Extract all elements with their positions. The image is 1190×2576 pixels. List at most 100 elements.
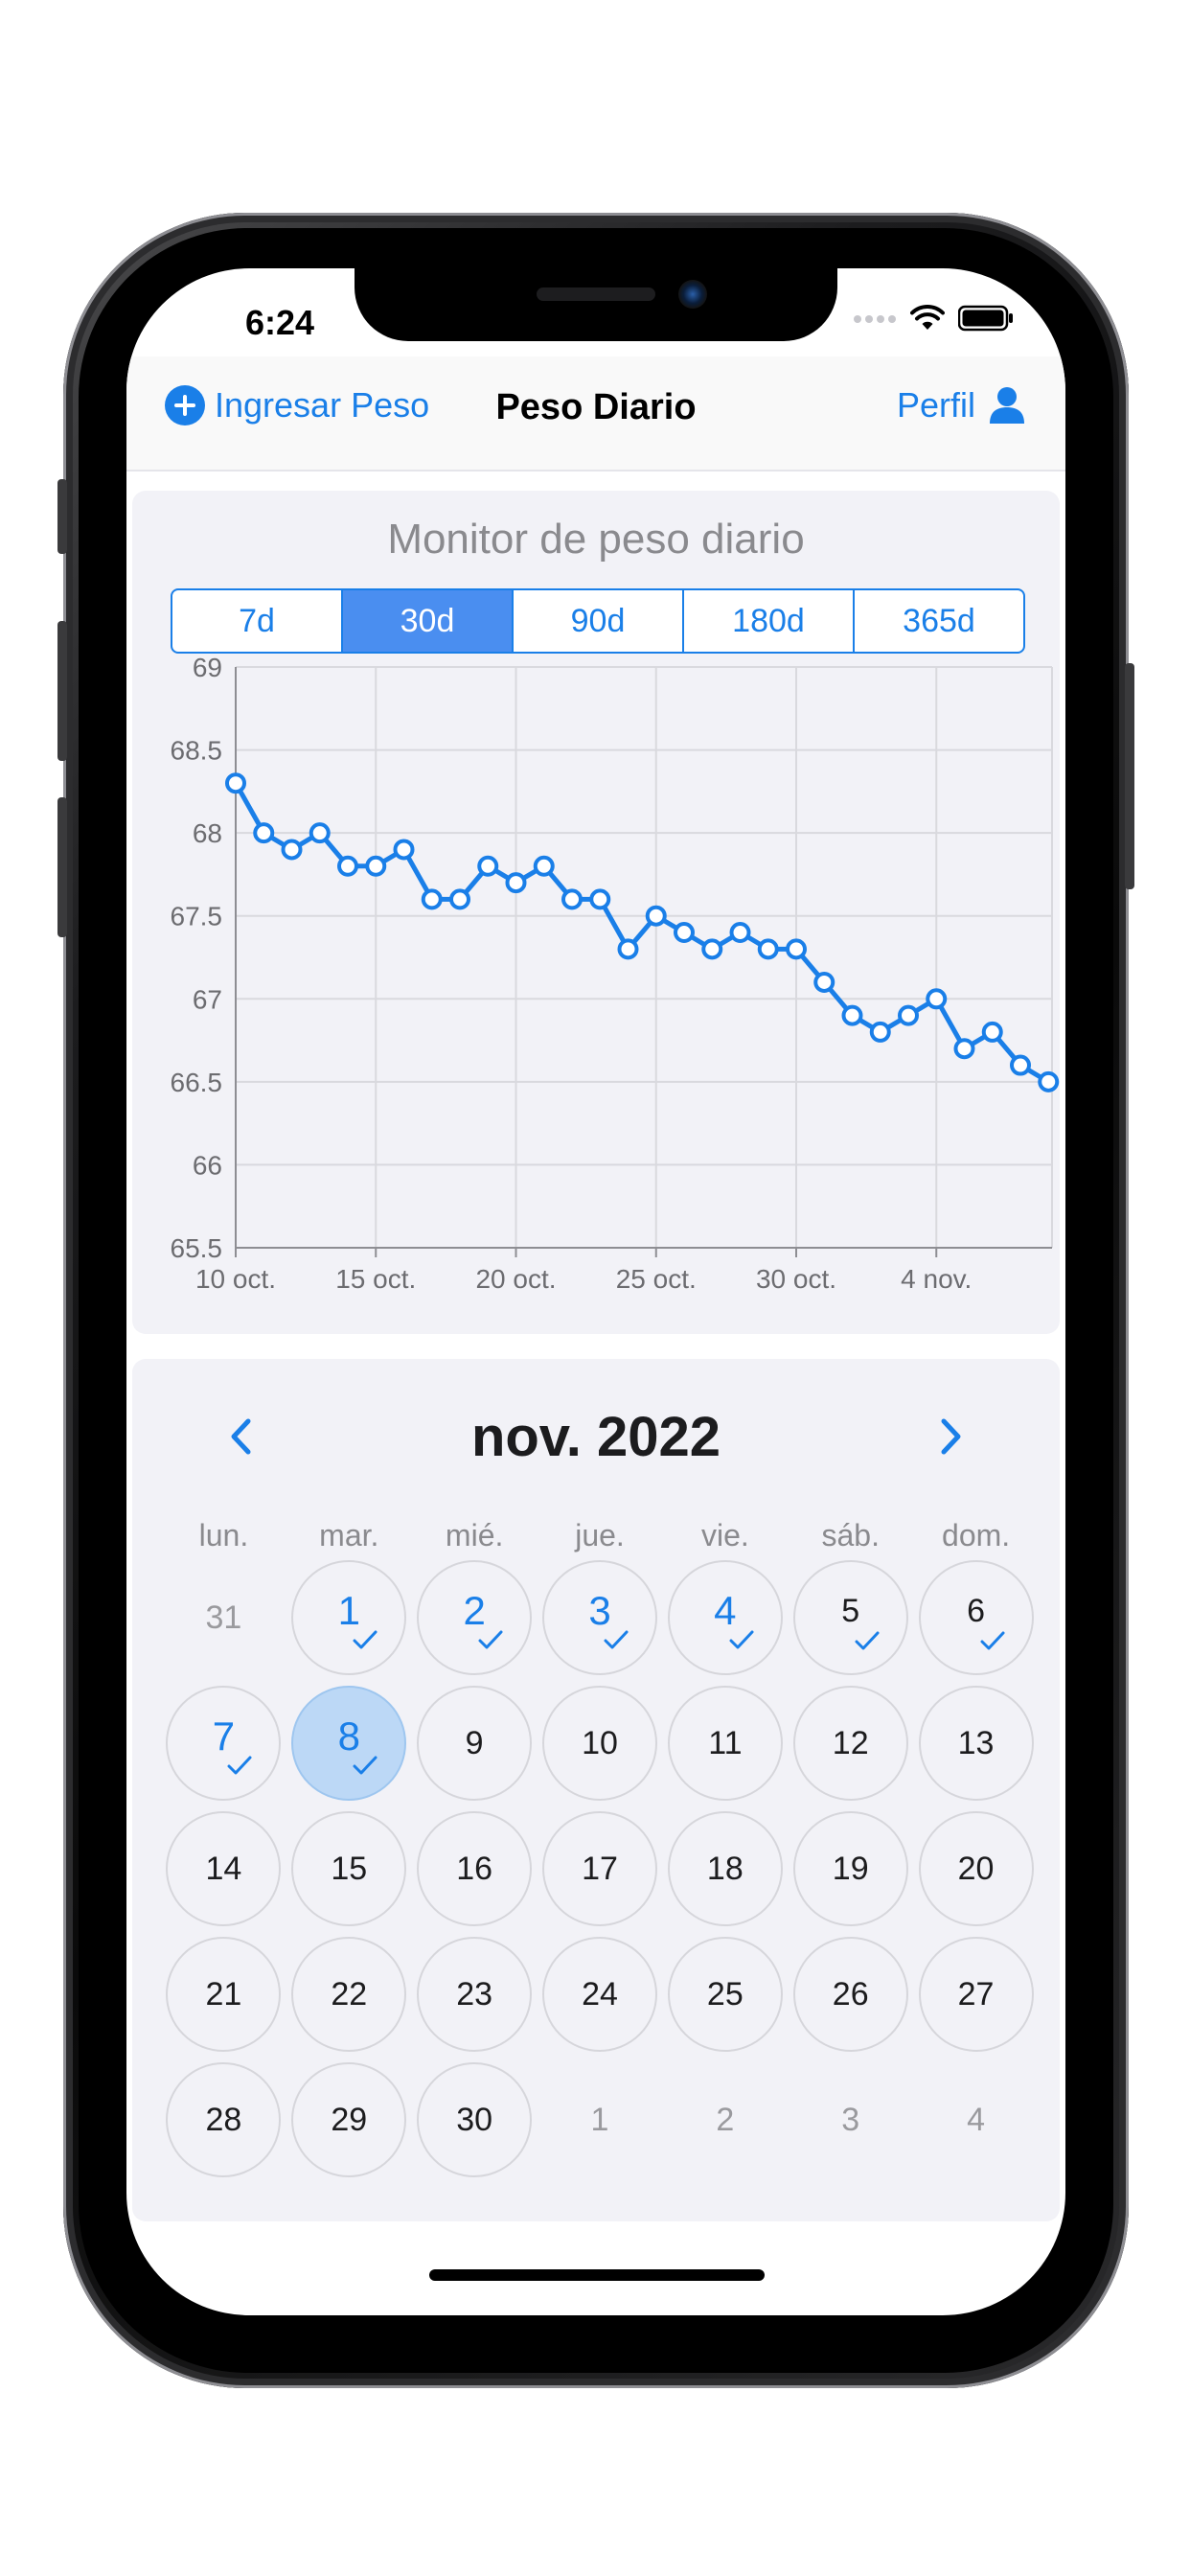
day-number: 29 <box>331 2101 368 2138</box>
checkmark-icon-wrapper <box>353 1739 378 1785</box>
calendar-day[interactable]: 21 <box>166 1937 282 2052</box>
calendar-day[interactable]: 23 <box>417 1937 533 2052</box>
calendar-day[interactable]: 18 <box>667 1811 783 1926</box>
calendar-day[interactable]: 3 <box>542 1560 657 1675</box>
checkmark-icon <box>604 1630 629 1649</box>
weight-data-point[interactable] <box>786 938 807 960</box>
calendar-day[interactable]: 22 <box>291 1937 407 2052</box>
calendar-day[interactable]: 30 <box>417 2062 533 2177</box>
profile-button[interactable]: Perfil <box>897 385 1025 426</box>
calendar-day[interactable]: 9 <box>417 1686 533 1801</box>
checkmark-icon-wrapper <box>478 1614 503 1660</box>
weight-data-point[interactable] <box>393 839 415 861</box>
plus-circle-icon <box>165 385 205 426</box>
weight-data-point[interactable] <box>589 888 611 910</box>
calendar-day[interactable]: 8 <box>291 1686 407 1801</box>
calendar-day[interactable]: 4 <box>667 1560 783 1675</box>
calendar-day[interactable]: 7 <box>166 1686 282 1801</box>
weight-data-point[interactable] <box>281 839 303 861</box>
day-number: 20 <box>957 1850 995 1887</box>
weight-data-point[interactable] <box>1038 1070 1060 1092</box>
calendar-day-outside-month[interactable]: 2 <box>668 2062 783 2177</box>
phone-screen: 6:24 Ingresar Peso Peso Diario Perfil Mo… <box>126 268 1065 2315</box>
weight-data-point[interactable] <box>449 888 470 910</box>
x-tick-label: 20 oct. <box>475 1264 556 1294</box>
weight-data-point[interactable] <box>981 1021 1003 1043</box>
calendar-day[interactable]: 1 <box>291 1560 407 1675</box>
day-number: 27 <box>957 1975 995 2012</box>
calendar-day[interactable]: 11 <box>667 1686 783 1801</box>
y-tick-label: 67.5 <box>171 902 223 932</box>
calendar-day[interactable]: 26 <box>792 1937 908 2052</box>
calendar-day[interactable]: 29 <box>291 2062 407 2177</box>
next-month-button[interactable] <box>927 1413 975 1460</box>
day-number: 13 <box>957 1724 995 1761</box>
navigation-bar: Ingresar Peso Peso Diario Perfil <box>126 356 1065 472</box>
weight-data-point[interactable] <box>813 971 835 993</box>
weekday-label: mar. <box>319 1518 379 1552</box>
home-indicator[interactable] <box>429 2269 765 2281</box>
day-number: 19 <box>832 1850 869 1887</box>
weight-data-point[interactable] <box>253 822 275 844</box>
y-tick-label: 67 <box>193 984 222 1014</box>
calendar-day[interactable]: 13 <box>918 1686 1034 1801</box>
person-icon <box>990 387 1024 424</box>
weight-data-point[interactable] <box>701 938 723 960</box>
weight-data-point[interactable] <box>617 938 639 960</box>
weight-data-point[interactable] <box>757 938 779 960</box>
calendar-day-outside-month[interactable]: 1 <box>542 2062 657 2177</box>
calendar-day[interactable]: 14 <box>166 1811 282 1926</box>
calendar-day[interactable]: 5 <box>792 1560 908 1675</box>
status-time: 6:24 <box>244 303 315 342</box>
day-number: 30 <box>456 2101 493 2138</box>
weight-data-point[interactable] <box>674 922 695 944</box>
calendar-day[interactable]: 10 <box>542 1686 657 1801</box>
calendar-day[interactable]: 12 <box>792 1686 908 1801</box>
calendar-day[interactable]: 6 <box>918 1560 1034 1675</box>
weight-data-point[interactable] <box>337 855 358 877</box>
checkmark-icon-wrapper <box>227 1739 252 1785</box>
weight-data-point[interactable] <box>561 888 583 910</box>
calendar-day-outside-month[interactable]: 4 <box>919 2062 1034 2177</box>
weight-data-point[interactable] <box>225 772 246 794</box>
weight-data-point[interactable] <box>421 888 443 910</box>
calendar-day[interactable]: 28 <box>166 2062 282 2177</box>
calendar-day[interactable]: 2 <box>417 1560 533 1675</box>
weight-data-point[interactable] <box>898 1004 919 1026</box>
x-tick-label: 15 oct. <box>335 1264 416 1294</box>
weight-data-point[interactable] <box>533 855 555 877</box>
calendar-day[interactable]: 19 <box>792 1811 908 1926</box>
weight-data-point[interactable] <box>477 855 499 877</box>
speaker <box>537 288 655 301</box>
checkmark-icon-wrapper <box>604 1614 629 1660</box>
calendar-day[interactable]: 25 <box>667 1937 783 2052</box>
weight-data-point[interactable] <box>841 1004 863 1026</box>
weight-data-point[interactable] <box>365 855 387 877</box>
weight-data-point[interactable] <box>645 905 667 927</box>
calendar-day-outside-month[interactable]: 31 <box>166 1560 281 1675</box>
calendar-day[interactable]: 17 <box>542 1811 657 1926</box>
calendar-day-outside-month[interactable]: 3 <box>793 2062 908 2177</box>
calendar-day[interactable]: 16 <box>417 1811 533 1926</box>
day-number: 28 <box>205 2101 242 2138</box>
weight-data-point[interactable] <box>309 822 331 844</box>
day-number: 1 <box>590 2101 609 2138</box>
weight-data-point[interactable] <box>869 1021 891 1043</box>
weekday-label: sáb. <box>821 1518 880 1552</box>
calendar-day[interactable]: 27 <box>918 1937 1034 2052</box>
volume-up-button <box>57 621 67 761</box>
weight-data-point[interactable] <box>505 872 527 894</box>
weight-data-point[interactable] <box>729 922 751 944</box>
weight-data-point[interactable] <box>953 1038 975 1060</box>
calendar-day[interactable]: 24 <box>542 1937 657 2052</box>
weight-data-point[interactable] <box>1010 1054 1031 1076</box>
checkmark-icon <box>729 1630 754 1649</box>
weight-chart-card: Monitor de peso diario 7d 30d 90d 180d 365d … <box>132 491 1060 1334</box>
add-weight-button[interactable]: Ingresar Peso <box>165 385 429 426</box>
y-tick-label: 65.5 <box>171 1233 223 1263</box>
calendar-day[interactable]: 15 <box>291 1811 407 1926</box>
profile-label: Perfil <box>896 385 975 425</box>
calendar-day[interactable]: 20 <box>918 1811 1034 1926</box>
weight-data-point[interactable] <box>926 988 948 1010</box>
day-number: 10 <box>582 1724 618 1761</box>
